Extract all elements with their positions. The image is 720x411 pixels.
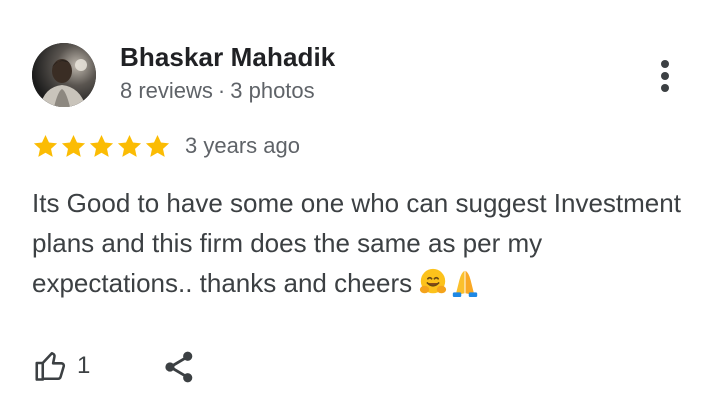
star-icon [61,134,86,157]
review-body: Its Good to have some one who can sugges… [32,188,681,298]
user-avatar-photo [32,43,96,107]
share-icon [165,351,193,383]
folded-hands-emoji-icon [452,270,478,297]
reviews-count: 8 reviews [120,78,213,103]
review-text: Its Good to have some one who can sugges… [32,183,692,303]
like-button[interactable]: 1 [33,346,90,386]
hugging-face-emoji-icon [420,268,447,294]
star-icon [117,134,142,157]
star-icon [89,134,114,157]
star-icon [33,134,58,157]
rating-row: 3 years ago [32,131,300,161]
more-options-button[interactable] [650,56,680,96]
like-count: 1 [77,352,91,379]
star-icon [145,134,170,157]
star-rating [32,133,171,160]
reviewer-meta: 8 reviews · 3 photos [120,78,315,104]
review-card: Bhaskar Mahadik 8 reviews · 3 photos 3 yea… [0,0,720,411]
avatar[interactable] [32,43,96,107]
review-date: 3 years ago [185,133,300,158]
reviewer-name[interactable]: Bhaskar Mahadik [120,42,335,73]
share-button[interactable] [160,348,198,386]
photos-count: 3 photos [230,78,315,103]
meta-separator: · [217,78,226,103]
thumbs-up-icon [35,351,66,381]
